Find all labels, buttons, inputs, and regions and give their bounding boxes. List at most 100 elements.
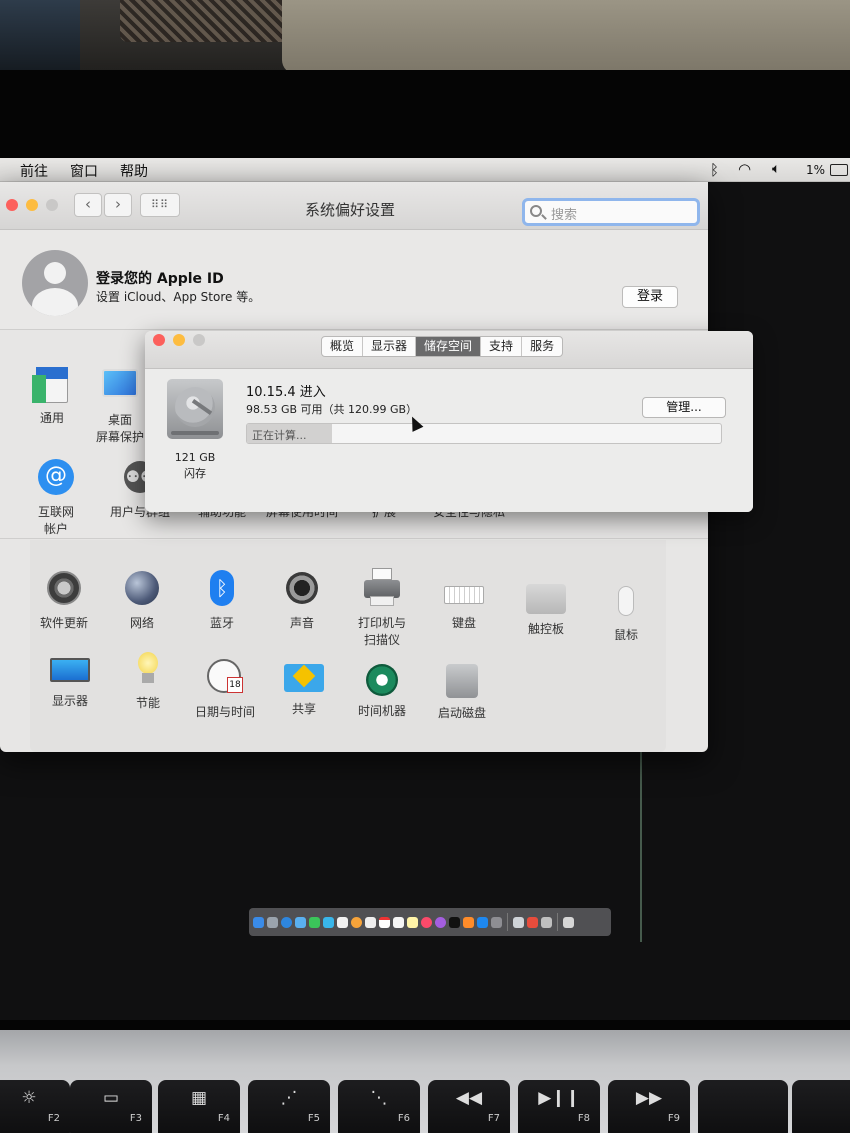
minimize-button[interactable]: [26, 199, 38, 211]
hard-disk-icon: [167, 379, 223, 439]
background-pillow: [282, 0, 850, 74]
tab-service[interactable]: 服务: [522, 337, 562, 356]
rewind-icon: ◀◀: [455, 1088, 483, 1108]
battery-status-icon[interactable]: [830, 164, 848, 176]
pane-software-update[interactable]: 软件更新: [26, 568, 102, 631]
contacts-icon[interactable]: [365, 916, 376, 928]
pane-sound[interactable]: 声音: [264, 568, 340, 631]
tv-icon[interactable]: [449, 916, 460, 928]
downloads-icon[interactable]: [513, 916, 524, 928]
pane-bluetooth[interactable]: ᛒ 蓝牙: [184, 568, 260, 631]
tab-overview[interactable]: 概览: [322, 337, 364, 356]
tab-support[interactable]: 支持: [481, 337, 523, 356]
finder-icon[interactable]: [253, 916, 264, 928]
pane-time-machine[interactable]: 时间机器: [344, 662, 420, 719]
dock-separator: [507, 913, 508, 931]
menu-help[interactable]: 帮助: [120, 161, 148, 181]
software-update-icon: [44, 568, 84, 608]
pane-label: 键盘: [451, 616, 476, 630]
back-button[interactable]: ‹: [74, 193, 102, 217]
tab-storage[interactable]: 储存空间: [416, 337, 482, 356]
displays-icon: [50, 656, 90, 686]
sharing-icon: [284, 660, 324, 694]
pane-displays[interactable]: 显示器: [32, 656, 108, 709]
mail-icon[interactable]: [295, 916, 306, 928]
books-icon[interactable]: [463, 916, 474, 928]
avatar: [22, 250, 88, 316]
search-field[interactable]: 搜索: [522, 198, 700, 226]
general-icon: [32, 365, 72, 405]
pane-internet-accounts[interactable]: @ 互联网 帐户: [18, 457, 94, 537]
background-object: [0, 0, 80, 70]
notes-icon[interactable]: [407, 916, 418, 928]
pane-network[interactable]: 网络: [104, 568, 180, 631]
login-button[interactable]: 登录: [622, 286, 678, 308]
dock-folder-icon[interactable]: [541, 916, 552, 928]
key-f8: ▶❙❙ F8: [518, 1080, 600, 1133]
launchpad-icon[interactable]: [267, 916, 278, 928]
messages-icon[interactable]: [309, 916, 320, 928]
forward-button[interactable]: ›: [104, 193, 132, 217]
date-time-icon: 18: [205, 657, 245, 697]
internet-accounts-icon: @: [36, 457, 76, 497]
pane-general[interactable]: 通用: [14, 365, 90, 426]
music-icon[interactable]: [421, 916, 432, 928]
key-f7: ◀◀ F7: [428, 1080, 510, 1133]
calendar-icon[interactable]: [379, 916, 390, 928]
maps-icon[interactable]: [337, 916, 348, 928]
wifi-status-icon[interactable]: ◠: [738, 160, 751, 178]
apple-id-banner: 登录您的 Apple ID 设置 iCloud、App Store 等。: [0, 230, 708, 330]
pane-label: 软件更新: [39, 616, 88, 630]
about-this-mac-window: 概览 显示器 储存空间 支持 服务 121 GB 闪存 10.15.4 进入 9…: [145, 331, 753, 512]
pane-mouse[interactable]: 鼠标: [588, 584, 664, 643]
window-title: 系统偏好设置: [304, 201, 395, 219]
disk-capacity: 121 GB: [174, 451, 216, 464]
pane-label: 打印机与 扫描仪: [357, 616, 406, 647]
system-preferences-dock-icon[interactable]: [491, 916, 502, 928]
pane-startup-disk[interactable]: 启动磁盘: [424, 664, 500, 721]
battery-percent[interactable]: 1%: [806, 163, 825, 177]
volume-status-icon[interactable]: 🔈︎: [772, 161, 780, 177]
safari-icon[interactable]: [281, 916, 292, 928]
prefs-titlebar: ‹ › ⠿⠿ 系统偏好设置 搜索: [0, 182, 708, 230]
facetime-icon[interactable]: [323, 916, 334, 928]
zoom-button[interactable]: [46, 199, 58, 211]
close-button[interactable]: [6, 199, 18, 211]
network-icon: [122, 568, 162, 608]
podcasts-icon[interactable]: [435, 916, 446, 928]
about-close-button[interactable]: [153, 334, 165, 346]
menu-go[interactable]: 前往: [20, 161, 48, 181]
bluetooth-status-icon[interactable]: ᛒ: [710, 161, 719, 179]
bluetooth-icon: ᛒ: [202, 568, 242, 608]
about-titlebar: 概览 显示器 储存空间 支持 服务: [145, 331, 753, 369]
background-room: [0, 0, 850, 78]
pane-label: 节能: [135, 696, 160, 710]
apple-id-subtitle: 设置 iCloud、App Store 等。: [96, 290, 261, 304]
pane-trackpad[interactable]: 触控板: [508, 582, 584, 637]
mission-control-icon: ▭: [102, 1088, 120, 1108]
menu-window[interactable]: 窗口: [70, 161, 98, 181]
manage-button[interactable]: 管理...: [642, 397, 726, 418]
about-minimize-button[interactable]: [173, 334, 185, 346]
pane-label: 启动磁盘: [437, 706, 486, 720]
key-f9: ▶▶ F9: [608, 1080, 690, 1133]
search-icon: [530, 205, 542, 217]
pane-label: 时间机器: [357, 704, 406, 718]
mouse-icon: [606, 584, 646, 620]
trash-icon[interactable]: [563, 916, 574, 928]
dock-app-icon[interactable]: [527, 916, 538, 928]
tab-bar: 概览 显示器 储存空间 支持 服务: [321, 336, 564, 357]
pane-energy[interactable]: 节能: [110, 652, 186, 711]
reminders-icon[interactable]: [393, 916, 404, 928]
pane-keyboard[interactable]: 键盘: [426, 580, 502, 631]
app-store-icon[interactable]: [477, 916, 488, 928]
key-f11: [792, 1080, 850, 1133]
tab-displays[interactable]: 显示器: [363, 337, 417, 356]
pane-printers[interactable]: 打印机与 扫描仪: [344, 568, 420, 648]
about-zoom-button[interactable]: [193, 334, 205, 346]
show-all-button[interactable]: ⠿⠿: [140, 193, 180, 217]
pane-sharing[interactable]: 共享: [266, 660, 342, 717]
pane-label: 互联网 帐户: [37, 505, 74, 536]
pane-date-time[interactable]: 18 日期与时间: [186, 657, 264, 720]
photos-icon[interactable]: [351, 916, 362, 928]
